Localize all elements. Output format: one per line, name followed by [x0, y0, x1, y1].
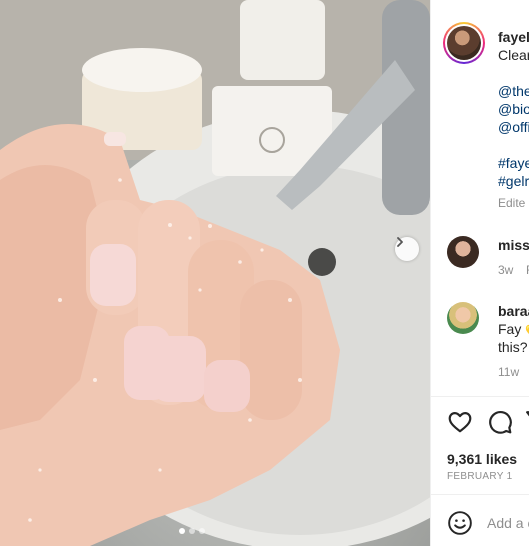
post-photo[interactable]	[0, 0, 430, 546]
comment-text: Fay	[498, 321, 522, 337]
commenter-avatar[interactable]	[447, 236, 479, 268]
chevron-right-icon	[397, 237, 403, 247]
emoji-icon[interactable]	[447, 510, 473, 536]
photo-illustration	[0, 0, 430, 546]
post-details-panel: fayel Clear @the @bio @offi #faye #gelr …	[430, 0, 529, 546]
comment-text: this?	[498, 339, 528, 355]
post-date: FEBRUARY 1	[447, 471, 513, 482]
carousel-dot	[179, 528, 185, 534]
comment-icon[interactable]	[487, 409, 513, 435]
comment-time: 11w	[498, 365, 520, 379]
caption-hashtag[interactable]: #gelr	[498, 172, 529, 190]
share-icon[interactable]	[525, 409, 529, 435]
carousel-indicator	[179, 528, 205, 534]
caption-mention[interactable]: @bio	[498, 100, 529, 118]
carousel-dot	[189, 528, 195, 534]
divider	[431, 494, 529, 495]
comment-username[interactable]: baraa	[498, 302, 529, 320]
comment-username[interactable]: miss	[498, 236, 529, 254]
edited-label: Edite	[498, 196, 526, 210]
caption-mention[interactable]: @the	[498, 82, 529, 100]
next-slide-button[interactable]	[395, 237, 419, 261]
commenter-avatar[interactable]	[447, 302, 479, 334]
caption-hashtag[interactable]: #faye	[498, 154, 529, 172]
likes-count[interactable]: 9,361 likes	[447, 450, 517, 468]
caption-mention[interactable]: @offi	[498, 118, 529, 136]
divider	[431, 396, 529, 397]
add-comment-input[interactable]: Add a c	[487, 514, 529, 532]
carousel-dot	[199, 528, 205, 534]
heart-icon[interactable]	[447, 409, 473, 435]
comment-time: 3w	[498, 263, 514, 277]
author-username[interactable]: fayel	[498, 28, 529, 46]
author-avatar[interactable]	[443, 22, 485, 64]
caption-text: Clear	[498, 47, 529, 63]
